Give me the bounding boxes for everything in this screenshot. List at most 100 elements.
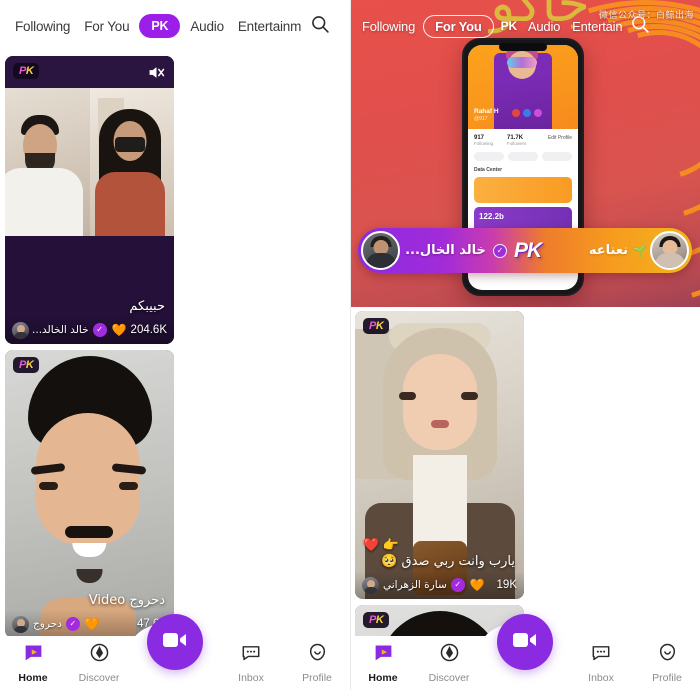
tab-following[interactable]: Following bbox=[356, 19, 421, 34]
panel-divider bbox=[350, 0, 351, 690]
verified-badge-icon: ✓ bbox=[492, 243, 507, 258]
pk-badge-k: K bbox=[375, 614, 384, 626]
search-icon[interactable] bbox=[310, 14, 330, 39]
mock-action-dots bbox=[512, 109, 542, 117]
card-username[interactable]: دحروج bbox=[33, 618, 62, 630]
mock-profile-name: Rahaf H bbox=[474, 108, 499, 115]
pk-left-avatar[interactable] bbox=[361, 231, 400, 270]
card-emoji-row: ❤️ 👉 bbox=[363, 536, 399, 552]
nav-item-discover[interactable]: Discover bbox=[416, 642, 482, 684]
sprout-icon: 🌱 bbox=[632, 243, 648, 258]
tab-audio[interactable]: Audio bbox=[183, 19, 231, 34]
mock-data-center-label: Data Center bbox=[474, 167, 503, 173]
heart-icon: 🧡 bbox=[469, 578, 485, 592]
pk-badge-p: P bbox=[369, 614, 376, 626]
mock-chip bbox=[474, 152, 504, 161]
create-video-icon bbox=[512, 630, 538, 655]
pk-left-username: خالد الخال... bbox=[405, 243, 486, 258]
nav-item-inbox[interactable]: Inbox bbox=[568, 642, 634, 684]
nav-item-discover[interactable]: Discover bbox=[66, 642, 132, 684]
verified-badge-icon: ✓ bbox=[92, 323, 107, 337]
pk-badge-p: P bbox=[19, 65, 26, 77]
tab-entertainment[interactable]: Entertainm bbox=[231, 19, 308, 34]
pk-badge: PK bbox=[13, 357, 40, 373]
pk-right-avatar[interactable] bbox=[650, 231, 690, 270]
mock-followers-stat: 71.7K Followers bbox=[507, 135, 526, 146]
nav-item-profile[interactable]: Profile bbox=[284, 642, 350, 684]
video-card[interactable]: PK دحروج Video دحروج ✓ 🧡 47.6K bbox=[5, 350, 174, 638]
nav-label-profile: Profile bbox=[302, 672, 332, 684]
avatar[interactable] bbox=[12, 321, 29, 339]
card-username[interactable]: سارة الزهراني bbox=[383, 579, 447, 591]
like-count: 204.6K bbox=[130, 324, 167, 336]
like-count: 19K bbox=[496, 579, 517, 591]
video-card[interactable]: PK يارب وانت ربي صدق 🥺 ❤️ 👉 سارة الزهران… bbox=[355, 311, 524, 599]
create-video-button[interactable] bbox=[147, 614, 203, 670]
nav-label-discover: Discover bbox=[428, 672, 470, 684]
compass-icon bbox=[439, 642, 460, 668]
home-play-icon bbox=[373, 642, 394, 668]
mock-chip-row bbox=[474, 152, 572, 161]
card-footer: خالد الخالد... ✓ 🧡 204.6K bbox=[5, 316, 174, 344]
tab-audio[interactable]: Audio bbox=[522, 19, 566, 34]
nav-label-home: Home bbox=[18, 672, 48, 684]
create-video-button[interactable] bbox=[497, 614, 553, 670]
mock-chip bbox=[508, 152, 538, 161]
avatar[interactable] bbox=[362, 576, 379, 594]
tab-pk[interactable]: PK bbox=[496, 19, 522, 33]
tab-pk[interactable]: PK bbox=[139, 14, 181, 38]
right-app-screen: جاكو Rahaf H @917 917 Following 71.7K Fo… bbox=[350, 0, 700, 690]
speaker-mute-icon[interactable] bbox=[146, 63, 166, 81]
mock-chip bbox=[542, 152, 572, 161]
nav-item-home[interactable]: Home bbox=[0, 642, 66, 684]
mock-stats-row: 917 Following 71.7K Followers Edit Profi… bbox=[474, 135, 572, 146]
card-username[interactable]: خالد الخالد... bbox=[33, 324, 89, 336]
pk-badge-p: P bbox=[369, 320, 376, 332]
pk-badge: PK bbox=[363, 318, 390, 334]
mock-edit-profile-button: Edit Profile bbox=[547, 135, 572, 141]
compass-icon bbox=[89, 642, 110, 668]
tab-for-you[interactable]: For You bbox=[77, 19, 136, 34]
pk-badge-k: K bbox=[375, 320, 384, 332]
pk-badge-k: K bbox=[25, 65, 34, 77]
pk-badge-p: P bbox=[19, 359, 26, 371]
mock-following-label: Following bbox=[474, 141, 494, 146]
mock-metric-value: 122.2b bbox=[479, 212, 504, 221]
watermark-text: 微信公众号：白鲸出海 bbox=[598, 11, 694, 21]
chat-bubble-icon bbox=[240, 642, 262, 668]
card-title: يارب وانت ربي صدق 🥺 bbox=[381, 553, 515, 569]
nav-label-discover: Discover bbox=[78, 672, 120, 684]
pk-versus-bar[interactable]: خالد الخال... ✓ PK نعناعه 🌱 bbox=[358, 228, 692, 273]
nav-label-home: Home bbox=[368, 672, 398, 684]
mock-mask-icon bbox=[507, 57, 537, 68]
mock-metric-card-orange bbox=[474, 177, 572, 203]
nav-item-profile[interactable]: Profile bbox=[634, 642, 700, 684]
heart-icon: 🧡 bbox=[84, 617, 100, 631]
chat-bubble-icon bbox=[590, 642, 612, 668]
nav-label-profile: Profile bbox=[652, 672, 682, 684]
card-title: حبيبكم bbox=[129, 298, 165, 314]
mock-followers-label: Followers bbox=[507, 141, 527, 146]
pk-badge: PK bbox=[13, 63, 40, 79]
create-video-icon bbox=[162, 630, 188, 655]
mock-profile-header: Rahaf H @917 bbox=[468, 45, 578, 129]
nav-item-inbox[interactable]: Inbox bbox=[218, 642, 284, 684]
avatar[interactable] bbox=[12, 615, 29, 633]
left-bottom-navbar: Home Discover Inbox Profile bbox=[0, 614, 350, 690]
verified-badge-icon: ✓ bbox=[450, 578, 465, 592]
video-card[interactable]: PK حبيبكم خالد الخالد... ✓ 🧡 204.6K bbox=[5, 56, 174, 344]
pk-right-username: نعناعه bbox=[588, 243, 629, 258]
card-footer: سارة الزهراني ✓ 🧡 19K bbox=[355, 571, 524, 599]
mock-profile-handle: @917 bbox=[474, 116, 488, 122]
nav-item-home[interactable]: Home bbox=[350, 642, 416, 684]
pk-logo: PK bbox=[513, 238, 542, 262]
tab-following[interactable]: Following bbox=[8, 19, 77, 34]
right-bottom-navbar: Home Discover Inbox Profile bbox=[350, 614, 700, 690]
pk-badge-k: K bbox=[25, 359, 34, 371]
nav-label-inbox: Inbox bbox=[238, 672, 264, 684]
home-play-icon bbox=[23, 642, 44, 668]
tab-for-you[interactable]: For You bbox=[423, 14, 494, 38]
card-title: دحروج Video bbox=[88, 592, 165, 608]
heart-icon: 🧡 bbox=[111, 323, 127, 337]
nav-label-inbox: Inbox bbox=[588, 672, 614, 684]
